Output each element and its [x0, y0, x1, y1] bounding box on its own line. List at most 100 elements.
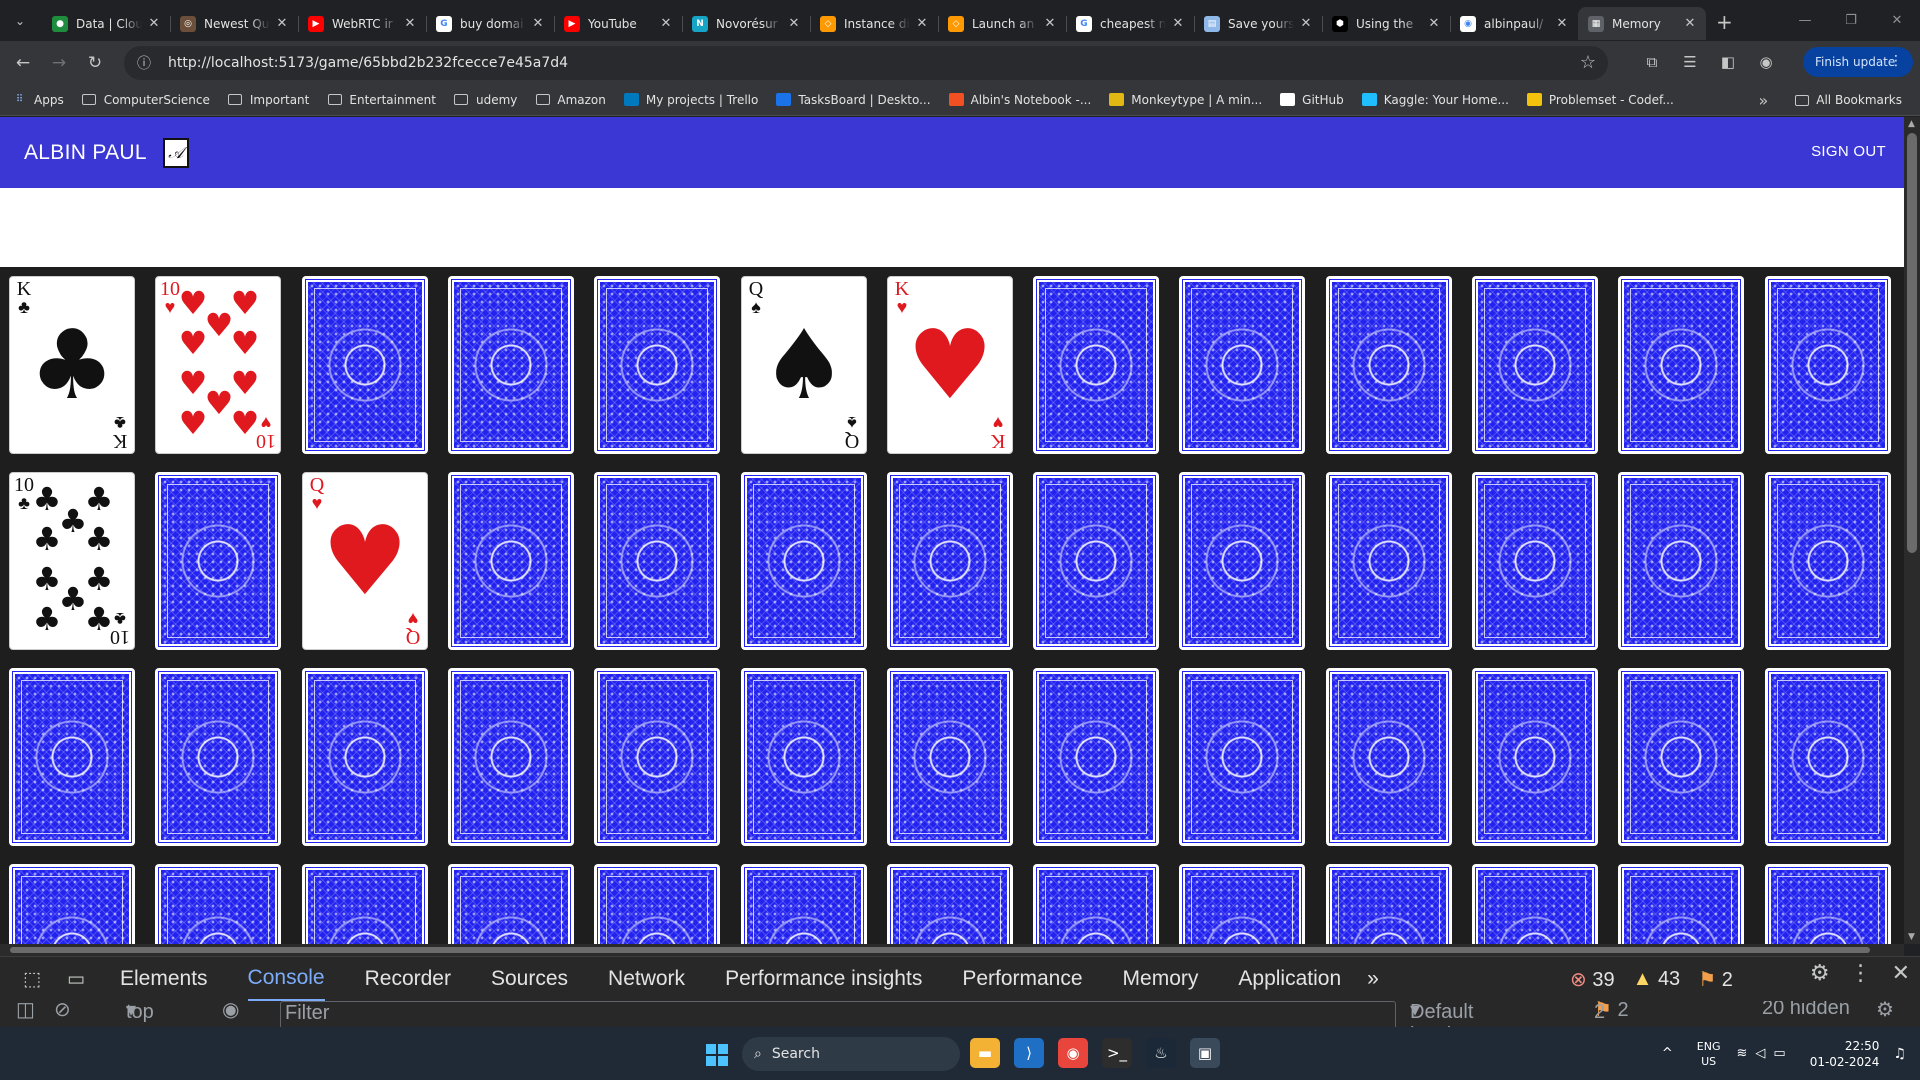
card-face-down[interactable]	[887, 864, 1013, 944]
context-selector[interactable]: top ▾	[126, 1001, 154, 1023]
more-bookmarks-icon[interactable]: »	[1758, 91, 1768, 110]
site-info-icon[interactable]: ⓘ	[134, 53, 154, 73]
clock[interactable]: 22:50 01-02-2024	[1810, 1038, 1880, 1070]
card-face-down[interactable]	[887, 668, 1013, 846]
console-filter-input[interactable]: Filter	[280, 1001, 1396, 1028]
card-face-down[interactable]	[155, 864, 281, 944]
card-face-down[interactable]	[9, 668, 135, 846]
bookmark-item[interactable]: ComputerScience	[82, 93, 210, 107]
card-face-down[interactable]	[1765, 472, 1891, 650]
kebab-menu-icon[interactable]: ⋮	[1889, 53, 1903, 69]
browser-tab[interactable]: ◇ Launch an ✕	[938, 7, 1066, 40]
devtools-tab-application[interactable]: Application	[1238, 957, 1341, 1001]
close-tab-icon[interactable]: ✕	[530, 16, 546, 31]
all-bookmarks-button[interactable]: All Bookmarks	[1794, 93, 1902, 107]
bookmark-item[interactable]: ⠿ Apps	[12, 93, 64, 107]
browser-tab[interactable]: ▶ YouTube ✕	[554, 7, 682, 40]
profile-avatar-icon[interactable]: ◉	[1754, 48, 1778, 76]
close-tab-icon[interactable]: ✕	[274, 16, 290, 31]
tab-search-chevron-icon[interactable]: ⌄	[8, 9, 32, 33]
screen-snip-icon[interactable]: ▣	[1190, 1038, 1220, 1068]
card-face-down[interactable]	[1033, 864, 1159, 944]
browser-tab[interactable]: ⬢ Using the ✕	[1322, 7, 1450, 40]
card-face-down[interactable]	[1326, 472, 1452, 650]
card-face-down[interactable]	[1179, 276, 1305, 454]
bookmark-star-icon[interactable]: ☆	[1580, 52, 1596, 73]
language-indicator[interactable]: ENG US	[1697, 1039, 1721, 1069]
card-face-down[interactable]	[1033, 668, 1159, 846]
reading-list-icon[interactable]: ☰	[1678, 48, 1702, 76]
card-face-down[interactable]	[1618, 864, 1744, 944]
card-face-down[interactable]	[1179, 472, 1305, 650]
browser-tab[interactable]: ▶ WebRTC ir ✕	[298, 7, 426, 40]
devtools-tab-performance[interactable]: Performance	[962, 957, 1082, 1001]
close-devtools-icon[interactable]: ✕	[1892, 961, 1910, 986]
inspect-element-icon[interactable]: ⬚	[14, 961, 50, 997]
wifi-volume-battery-icons[interactable]: ≋◁▭	[1737, 1046, 1794, 1061]
bookmark-item[interactable]: Problemset - Codef...	[1526, 93, 1674, 107]
card-face-down[interactable]	[1765, 276, 1891, 454]
card-face-down[interactable]	[1618, 472, 1744, 650]
bookmark-item[interactable]: Amazon	[535, 93, 606, 107]
windows-start-icon[interactable]	[706, 1044, 728, 1066]
devtools-status[interactable]: ⊗ 39 ▲ 43 ⚑ 2	[1570, 967, 1733, 992]
card-face-down[interactable]	[302, 668, 428, 846]
browser-tab[interactable]: ● Data | Clou ✕	[42, 7, 170, 40]
restore-icon[interactable]: ❐	[1828, 0, 1874, 41]
close-tab-icon[interactable]: ✕	[1426, 16, 1442, 31]
devtools-tab-performance-insights[interactable]: Performance insights	[725, 957, 922, 1001]
taskbar-search[interactable]: ⌕ Search	[742, 1037, 960, 1071]
devtools-tab-sources[interactable]: Sources	[491, 957, 568, 1001]
card-face-up[interactable]: 10 ♣ 10 ♣ ♣ ♣ ♣ ♣ ♣ ♣ ♣ ♣ ♣ ♣	[9, 472, 135, 650]
card-face-down[interactable]	[302, 864, 428, 944]
card-face-down[interactable]	[1326, 276, 1452, 454]
card-face-up[interactable]: Q ♥ Q ♥ ♥	[302, 472, 428, 650]
card-face-down[interactable]	[1326, 668, 1452, 846]
terminal-icon[interactable]: >_	[1102, 1038, 1132, 1068]
bookmark-item[interactable]: GitHub	[1280, 93, 1344, 107]
browser-tab[interactable]: ▤ Save yours ✕	[1194, 7, 1322, 40]
url-text[interactable]: http://localhost:5173/game/65bbd2b232fce…	[168, 55, 568, 71]
forward-button[interactable]: →	[44, 48, 74, 78]
issues-link[interactable]: 2 Issues: ⚑ 2	[1594, 1001, 1657, 1028]
bookmark-item[interactable]: udemy	[454, 93, 517, 107]
close-tab-icon[interactable]: ✕	[1682, 16, 1698, 31]
clear-console-icon[interactable]: ⊘	[54, 1001, 71, 1022]
card-face-down[interactable]	[741, 668, 867, 846]
file-explorer-icon[interactable]: ▬	[970, 1038, 1000, 1068]
live-expression-icon[interactable]: ◉	[222, 1001, 239, 1022]
card-face-down[interactable]	[1179, 864, 1305, 944]
minimize-icon[interactable]: —	[1782, 0, 1828, 41]
devtools-tab-console[interactable]: Console	[247, 957, 325, 1001]
finish-update-button[interactable]: Finish update ⋮	[1803, 47, 1913, 77]
close-tab-icon[interactable]: ✕	[1554, 16, 1570, 31]
card-face-down[interactable]	[594, 472, 720, 650]
close-tab-icon[interactable]: ✕	[1042, 16, 1058, 31]
card-face-down[interactable]	[1472, 472, 1598, 650]
devtools-menu-icon[interactable]: ⋮	[1850, 961, 1872, 986]
devtools-tab-elements[interactable]: Elements	[120, 957, 208, 1001]
chrome-icon[interactable]: ◉	[1058, 1038, 1088, 1068]
bookmark-item[interactable]: Albin's Notebook -...	[948, 93, 1091, 107]
card-face-down[interactable]	[741, 864, 867, 944]
side-panel-icon[interactable]: ◧	[1716, 48, 1740, 76]
card-face-up[interactable]: K ♣ K ♣ ♣	[9, 276, 135, 454]
browser-tab[interactable]: N Novorésur ✕	[682, 7, 810, 40]
card-face-down[interactable]	[1765, 668, 1891, 846]
card-face-up[interactable]: K ♥ K ♥ ♥	[887, 276, 1013, 454]
card-face-down[interactable]	[302, 276, 428, 454]
scroll-up-arrow-icon[interactable]: ▲	[1908, 119, 1915, 129]
address-bar[interactable]: ⓘ http://localhost:5173/game/65bbd2b232f…	[124, 46, 1608, 80]
card-face-down[interactable]	[741, 472, 867, 650]
card-face-down[interactable]	[1618, 276, 1744, 454]
card-face-down[interactable]	[1033, 276, 1159, 454]
card-face-down[interactable]	[1033, 472, 1159, 650]
card-face-down[interactable]	[1326, 864, 1452, 944]
card-face-down[interactable]	[1618, 668, 1744, 846]
close-tab-icon[interactable]: ✕	[786, 16, 802, 31]
card-face-down[interactable]	[448, 472, 574, 650]
card-face-down[interactable]	[1472, 668, 1598, 846]
card-face-down[interactable]	[448, 276, 574, 454]
extensions-icon[interactable]: ⧉	[1640, 48, 1664, 76]
sidebar-toggle-icon[interactable]: ◫	[16, 1001, 35, 1022]
